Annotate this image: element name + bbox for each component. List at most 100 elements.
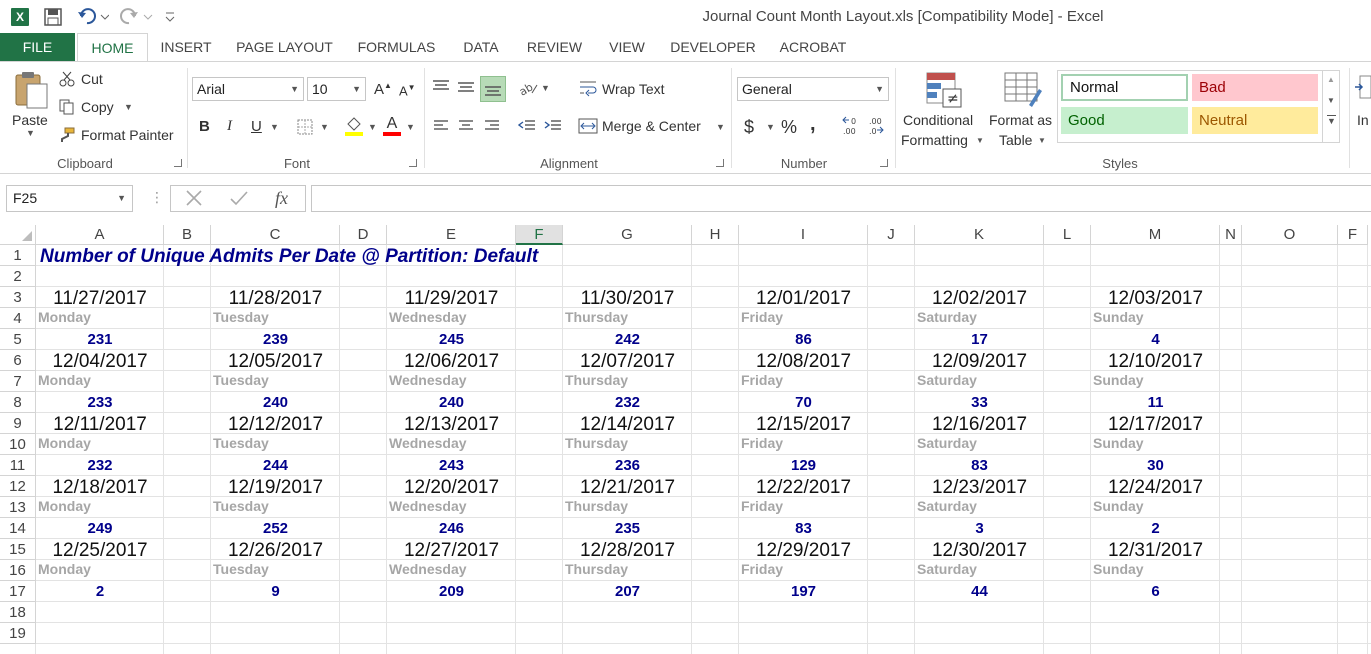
number-format-combo[interactable]: General ▼ (737, 77, 889, 101)
tab-file[interactable]: FILE (0, 33, 75, 61)
date-cell[interactable]: 12/28/2017 (563, 540, 692, 562)
column-header-j[interactable]: J (868, 225, 915, 245)
font-launcher-icon[interactable] (409, 159, 417, 167)
count-cell[interactable]: 233 (36, 394, 164, 411)
font-color-dropdown-icon[interactable]: ▼ (406, 122, 415, 132)
weekday-cell[interactable]: Wednesday (389, 435, 467, 451)
count-cell[interactable]: 240 (387, 394, 516, 411)
date-cell[interactable]: 12/27/2017 (387, 540, 516, 562)
paste-label[interactable]: Paste (12, 112, 48, 128)
increase-decimal-icon[interactable]: 0.00 (840, 114, 864, 138)
date-cell[interactable]: 12/06/2017 (387, 351, 516, 373)
row-header-12[interactable]: 12 (0, 476, 36, 497)
count-cell[interactable]: 44 (915, 583, 1044, 600)
percent-button[interactable]: % (781, 117, 797, 138)
decrease-indent-icon[interactable] (516, 116, 538, 136)
row-header-2[interactable]: 2 (0, 266, 36, 287)
paste-dropdown-icon[interactable]: ▼ (26, 128, 35, 138)
insert-function-icon[interactable]: fx (275, 188, 288, 209)
increase-indent-icon[interactable] (542, 116, 564, 136)
date-cell[interactable]: 12/18/2017 (36, 477, 164, 499)
count-cell[interactable]: 83 (739, 520, 868, 537)
align-middle-icon[interactable] (455, 76, 477, 98)
row-header-18[interactable]: 18 (0, 602, 36, 623)
date-cell[interactable]: 12/31/2017 (1091, 540, 1220, 562)
column-header-h[interactable]: H (692, 225, 739, 245)
styles-scrollbar[interactable]: ▲ ▼ ▼ (1322, 71, 1339, 142)
count-cell[interactable]: 232 (36, 457, 164, 474)
column-header-m[interactable]: M (1091, 225, 1220, 245)
date-cell[interactable]: 11/28/2017 (211, 288, 340, 310)
count-cell[interactable]: 231 (36, 331, 164, 348)
bold-button[interactable]: B (199, 118, 210, 135)
date-cell[interactable]: 12/13/2017 (387, 414, 516, 436)
row-header-9[interactable]: 9 (0, 413, 36, 434)
column-header-e[interactable]: E (387, 225, 516, 245)
weekday-cell[interactable]: Thursday (565, 435, 628, 451)
date-cell[interactable]: 12/26/2017 (211, 540, 340, 562)
borders-dropdown-icon[interactable]: ▼ (320, 122, 329, 132)
format-as-table-label-1[interactable]: Format as (989, 112, 1052, 128)
row-header-8[interactable]: 8 (0, 392, 36, 413)
style-good[interactable]: Good (1061, 107, 1188, 134)
row-header-16[interactable]: 16 (0, 560, 36, 581)
weekday-cell[interactable]: Tuesday (213, 372, 269, 388)
row-header-1[interactable]: 1 (0, 245, 36, 266)
paste-icon[interactable] (13, 70, 49, 110)
weekday-cell[interactable]: Sunday (1093, 435, 1144, 451)
count-cell[interactable]: 209 (387, 583, 516, 600)
merge-center-button[interactable]: Merge & Center (602, 118, 701, 134)
column-header-b[interactable]: B (164, 225, 211, 245)
row-header-10[interactable]: 10 (0, 434, 36, 455)
formula-bar-grip-icon[interactable]: ⋮ (150, 189, 164, 206)
weekday-cell[interactable]: Wednesday (389, 309, 467, 325)
merge-center-icon[interactable] (577, 116, 599, 136)
column-header-c[interactable]: C (211, 225, 340, 245)
weekday-cell[interactable]: Monday (38, 561, 91, 577)
weekday-cell[interactable]: Sunday (1093, 498, 1144, 514)
conditional-dropdown-icon[interactable]: ▼ (976, 136, 984, 145)
date-cell[interactable]: 11/29/2017 (387, 288, 516, 310)
format-as-table-label-2[interactable]: Table (999, 132, 1032, 148)
weekday-cell[interactable]: Friday (741, 372, 783, 388)
date-cell[interactable]: 12/07/2017 (563, 351, 692, 373)
date-cell[interactable]: 12/04/2017 (36, 351, 164, 373)
weekday-cell[interactable]: Sunday (1093, 372, 1144, 388)
wrap-text-icon[interactable] (578, 78, 598, 98)
count-cell[interactable]: 2 (36, 583, 164, 600)
select-all-button[interactable] (0, 225, 36, 245)
align-right-icon[interactable] (481, 116, 503, 136)
weekday-cell[interactable]: Wednesday (389, 561, 467, 577)
weekday-cell[interactable]: Monday (38, 435, 91, 451)
format-painter-icon[interactable] (58, 126, 76, 144)
row-header-5[interactable]: 5 (0, 329, 36, 350)
column-header-f[interactable]: F (1338, 225, 1368, 245)
row-header-14[interactable]: 14 (0, 518, 36, 539)
column-header-d[interactable]: D (340, 225, 387, 245)
weekday-cell[interactable]: Thursday (565, 561, 628, 577)
column-header-i[interactable]: I (739, 225, 868, 245)
row-header-19[interactable]: 19 (0, 623, 36, 644)
cancel-icon[interactable] (185, 189, 203, 212)
borders-icon[interactable] (295, 118, 315, 136)
weekday-cell[interactable]: Friday (741, 435, 783, 451)
date-cell[interactable]: 12/17/2017 (1091, 414, 1220, 436)
enter-icon[interactable] (229, 189, 249, 212)
align-top-icon[interactable] (430, 76, 452, 98)
conditional-formatting-label-2[interactable]: Formatting (901, 132, 968, 148)
date-cell[interactable]: 12/25/2017 (36, 540, 164, 562)
date-cell[interactable]: 12/30/2017 (915, 540, 1044, 562)
column-header-g[interactable]: G (563, 225, 692, 245)
tab-developer[interactable]: DEVELOPER (664, 33, 762, 61)
weekday-cell[interactable]: Thursday (565, 309, 628, 325)
weekday-cell[interactable]: Monday (38, 309, 91, 325)
row-header-13[interactable]: 13 (0, 497, 36, 518)
date-cell[interactable]: 12/05/2017 (211, 351, 340, 373)
tab-home[interactable]: HOME (77, 33, 148, 62)
column-header-n[interactable]: N (1220, 225, 1242, 245)
row-header-7[interactable]: 7 (0, 371, 36, 392)
weekday-cell[interactable]: Tuesday (213, 498, 269, 514)
date-cell[interactable]: 12/10/2017 (1091, 351, 1220, 373)
number-launcher-icon[interactable] (880, 159, 888, 167)
tab-insert[interactable]: INSERT (152, 33, 220, 61)
